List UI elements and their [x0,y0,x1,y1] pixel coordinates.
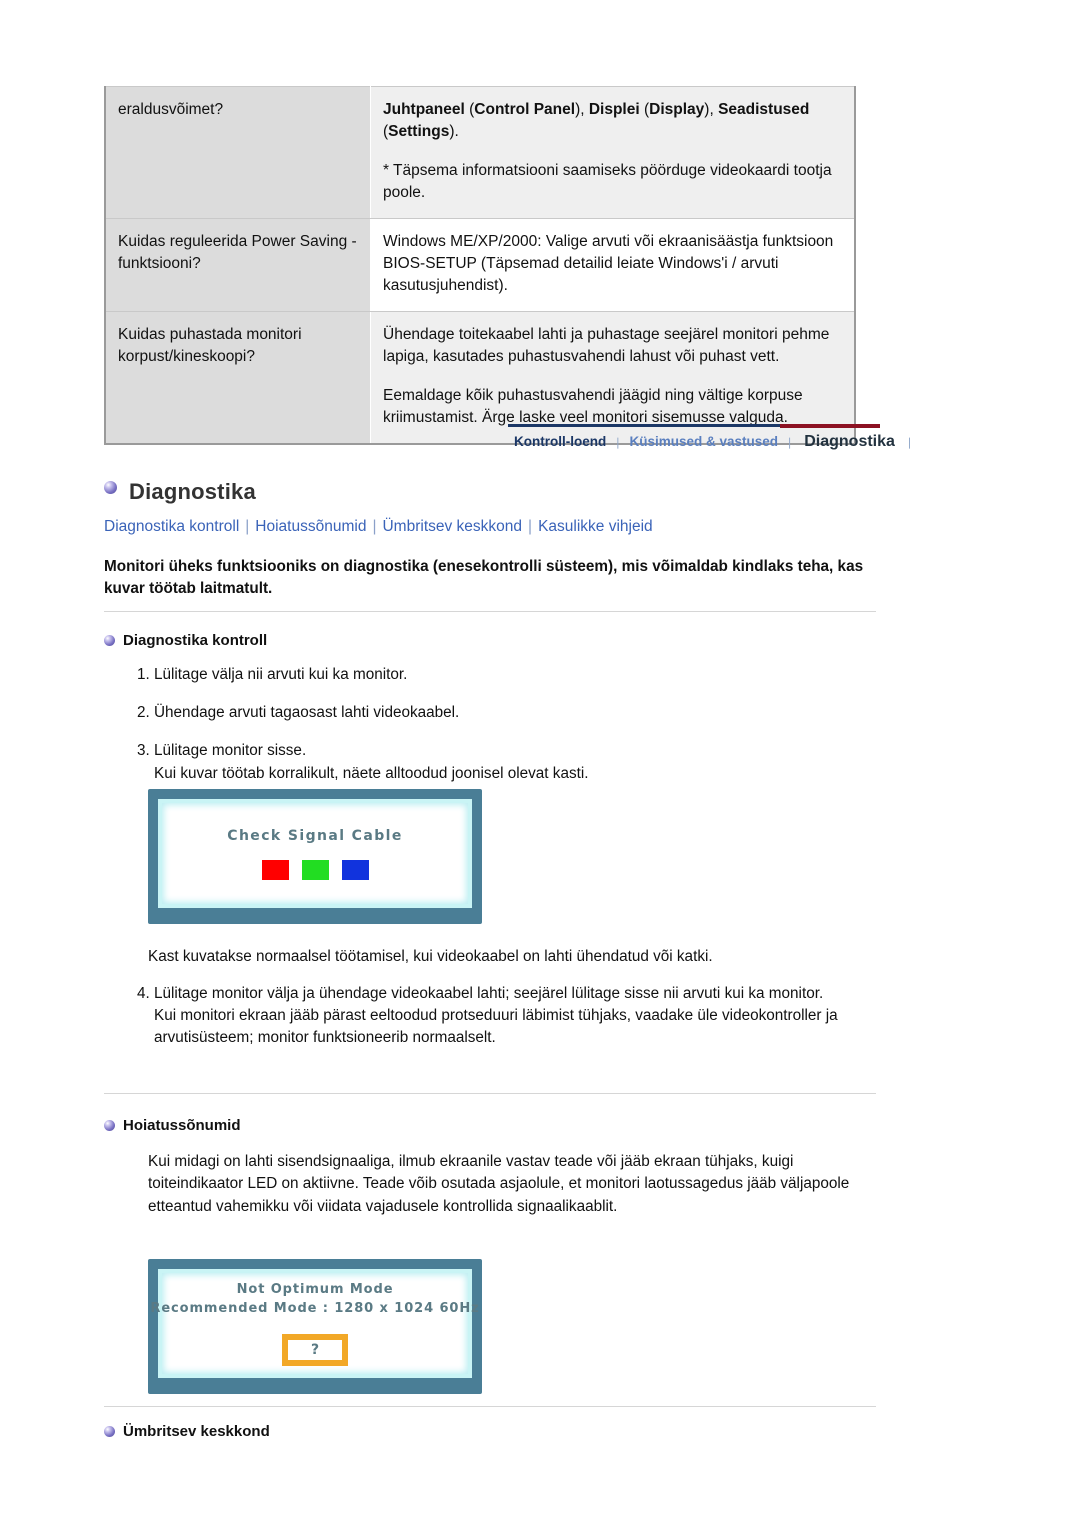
faq-answer-cell: Windows ME/XP/2000: Valige arvuti või ek… [370,218,855,312]
section-tabstrip: Kontroll-loend ❘ Küsimused & vastused ❘ … [508,424,914,458]
faq-table: eraldusvõimet? Juhtpaneel (Control Panel… [104,86,856,445]
list-item: Lülitage monitor sisse. Kui kuvar töötab… [154,740,914,784]
warnings-paragraph: Kui midagi on lahti sisendsignaaliga, il… [148,1153,850,1215]
blue-swatch-icon [341,859,369,880]
faq-answer-plain-text: ( [639,101,650,118]
section-heading-hoiatussonumid: Hoiatussõnumid [104,1117,241,1134]
list-item: Lülitage välja nii arvuti kui ka monitor… [154,664,914,686]
tab-kontroll-loend[interactable]: Kontroll-loend [508,434,612,449]
faq-question-text: eraldusvõimet? [118,101,224,118]
list-item: Ühendage arvuti tagaosast lahti videokaa… [154,702,914,724]
divider [104,1406,876,1407]
faq-answer-bold-term: Seadistused [718,101,810,118]
osd-screen: Not Optimum Mode Recommended Mode : 1280… [150,1269,479,1378]
faq-answer-text: Windows ME/XP/2000: Valige arvuti või ek… [383,233,834,294]
faq-answer-cell: Juhtpaneel (Control Panel), Displei (Dis… [370,86,855,219]
faq-answer-note: * Täpsema informatsiooni saamiseks pöörd… [383,162,832,201]
subnav-link-diagnostika-kontroll[interactable]: Diagnostika kontroll [104,518,239,535]
osd-check-signal-title: Check Signal Cable [227,827,403,844]
faq-answer-plain-text: ), [575,101,589,118]
faq-answer-bold-term: Settings [388,123,450,140]
faq-question-text: Kuidas puhastada monitori korpust/kinesk… [118,326,302,365]
faq-question-cell: Kuidas reguleerida Power Saving -funktsi… [105,218,371,312]
sphere-bullet-icon [104,481,117,494]
faq-table-container: eraldusvõimet? Juhtpaneel (Control Panel… [104,86,856,445]
faq-answer-bold-term: Control Panel [474,101,576,118]
subnav: Diagnostika kontroll | Hoiatussõnumid | Ümbr… [104,518,653,536]
tab-separator-icon: ❘ [904,437,915,449]
faq-answer-plain-text: ( [464,101,475,118]
green-swatch-icon [301,859,329,880]
subnav-separator: | [372,518,377,535]
sphere-bullet-icon [104,1425,115,1437]
list-item-line-1: Lülitage monitor välja ja ühendage video… [154,985,824,1002]
subnav-separator: | [245,518,250,535]
faq-answer-text-2: Eemaldage kõik puhastusvahendi jäägid ni… [383,387,803,426]
osd-not-optimum-line1: Not Optimum Mode [236,1281,394,1297]
tab-separator-icon: ❘ [613,437,623,449]
subnav-link-hoiatussonumid[interactable]: Hoiatussõnumid [255,518,366,535]
subnav-separator: | [528,518,533,535]
tab-kusimused-vastused[interactable]: Küsimused & vastused [623,434,784,449]
table-row: Kuidas reguleerida Power Saving -funktsi… [105,218,855,312]
list-item-line-1: Lülitage monitor sisse. [154,742,307,760]
osd-check-signal-cable-image: Check Signal Cable [148,789,482,924]
faq-answer-bold-term: Display [649,101,705,118]
section-heading-umbritsev-keskkond: Ümbritsev keskkond [104,1423,270,1440]
faq-answer-plain-text: ). [449,123,459,140]
osd-question-button[interactable]: ? [282,1334,348,1367]
list-item-line-2: Kui monitori ekraan jääb pärast eeltoodu… [154,1007,838,1047]
faq-answer-bold-term: Juhtpaneel [383,101,465,118]
list-item-line-2: Kui kuvar töötab korralikult, näete allt… [154,764,589,782]
tab-diagnostika[interactable]: Diagnostika [795,433,904,451]
intro-paragraph: Monitori üheks funktsiooniks on diagnost… [104,558,864,598]
diagnostics-step-list-continued: Lülitage monitor välja ja ühendage video… [118,983,914,1050]
page-title: Diagnostika [129,479,256,504]
table-row: eraldusvõimet? Juhtpaneel (Control Panel… [105,86,855,219]
osd-not-optimum-line2: Recommended Mode : 1280 x 1024 60Hz [150,1300,480,1316]
subnav-link-kasulikke-vihjeid[interactable]: Kasulikke vihjeid [538,518,653,535]
document-page: eraldusvõimet? Juhtpaneel (Control Panel… [0,0,1080,1528]
faq-answer-bold-line: Juhtpaneel (Control Panel), Displei (Dis… [383,99,844,143]
faq-answer-text: Ühendage toitekaabel lahti ja puhastage … [383,326,830,365]
section-heading-diagnostika-kontroll: Diagnostika kontroll [104,632,267,649]
faq-answer-plain-text: ), [704,101,719,118]
faq-answer-bold-term: Displei [588,101,640,118]
tabstrip-rule-inactive [508,424,780,427]
osd-screen: Check Signal Cable [158,799,472,908]
sphere-bullet-icon [104,1119,115,1131]
faq-question-cell: eraldusvõimet? [105,86,371,219]
subnav-link-umbritsev-keskkond[interactable]: Ümbritsev keskkond [382,518,522,535]
divider [104,611,876,612]
divider [104,1093,876,1094]
tabstrip-rule-active [780,424,880,428]
list-item: Lülitage monitor välja ja ühendage video… [154,983,914,1050]
diagnostics-step-list: Lülitage välja nii arvuti kui ka monitor… [118,664,914,785]
osd-color-swatches [261,859,369,880]
tabstrip-tabs: Kontroll-loend ❘ Küsimused & vastused ❘ … [508,433,915,451]
section-heading-label: Ümbritsev keskkond [123,1423,270,1440]
section-heading-label: Diagnostika kontroll [123,632,268,649]
page-title-row: Diagnostika [104,479,256,505]
faq-question-text: Kuidas reguleerida Power Saving -funktsi… [118,233,357,272]
tab-separator-icon: ❘ [785,437,795,449]
note-after-check-signal-image: Kast kuvatakse normaalsel töötamisel, ku… [148,948,713,965]
osd-not-optimum-mode-image: Not Optimum Mode Recommended Mode : 1280… [148,1259,482,1394]
section-heading-label: Hoiatussõnumid [123,1117,241,1134]
sphere-bullet-icon [104,634,115,646]
red-swatch-icon [261,859,289,880]
faq-question-cell: Kuidas puhastada monitori korpust/kinesk… [105,311,371,445]
